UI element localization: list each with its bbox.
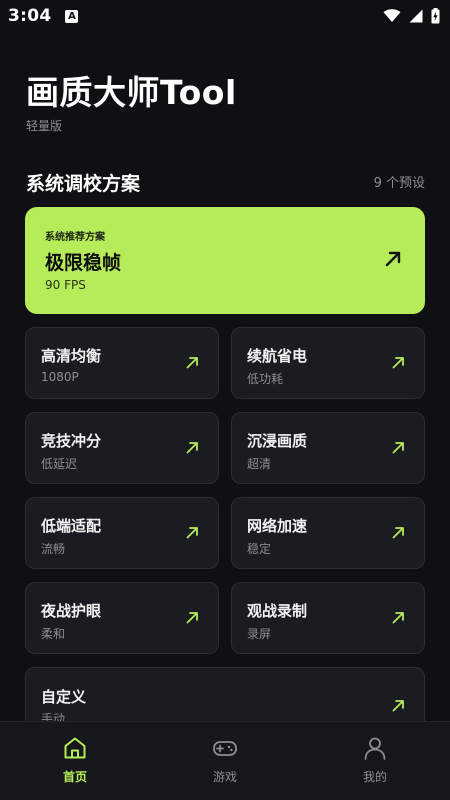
preset-sub: 录屏 — [247, 627, 272, 641]
preset-sub: 柔和 — [41, 627, 66, 641]
featured-fps: 90 FPS — [45, 278, 86, 292]
preset-card-hd-balance[interactable]: 高清均衡 1080P — [25, 327, 219, 399]
preset-card-competitive[interactable]: 竞技冲分 低延迟 — [25, 412, 219, 484]
arrow-up-right-icon — [392, 357, 404, 369]
preset-name: 高清均衡 — [41, 347, 102, 365]
user-icon — [364, 737, 386, 760]
status-icons — [383, 8, 440, 24]
arrow-up-right-icon — [392, 442, 404, 454]
preset-card-spectate-record[interactable]: 观战录制 录屏 — [231, 582, 425, 654]
nav-item-games[interactable]: 游戏 — [150, 722, 300, 800]
wifi-icon — [383, 9, 401, 22]
arrow-up-right-icon — [186, 442, 198, 454]
preset-sub: 低延迟 — [41, 457, 78, 471]
nav-item-home[interactable]: 首页 — [0, 722, 150, 800]
signal-icon — [409, 9, 423, 23]
arrow-up-right-icon — [186, 357, 198, 369]
arrow-up-right-icon — [385, 251, 401, 267]
preset-card-battery-saver[interactable]: 续航省电 低功耗 — [231, 327, 425, 399]
bottom-nav: 首页 游戏 我的 — [0, 721, 450, 800]
preset-name: 沉浸画质 — [247, 432, 308, 450]
arrow-up-right-icon — [392, 527, 404, 539]
nav-label: 我的 — [362, 770, 387, 784]
featured-preset-card[interactable]: 系统推荐方案 极限稳帧 90 FPS — [25, 207, 425, 314]
arrow-up-right-icon — [186, 612, 198, 624]
preset-name: 竞技冲分 — [41, 432, 102, 450]
preset-sub: 超清 — [247, 457, 272, 471]
section-title: 系统调校方案 — [26, 173, 141, 195]
battery-charging-icon — [431, 8, 440, 24]
notification-icon: A — [65, 9, 79, 23]
preset-name: 网络加速 — [247, 517, 308, 535]
preset-name: 夜战护眼 — [41, 602, 102, 620]
preset-name: 低端适配 — [41, 517, 102, 535]
preset-sub: 稳定 — [247, 542, 272, 556]
arrow-up-right-icon — [392, 612, 404, 624]
status-time: 3:04 — [8, 6, 52, 26]
app-subtitle: 轻量版 — [26, 119, 63, 133]
preset-name: 续航省电 — [247, 347, 308, 365]
nav-label: 游戏 — [212, 770, 237, 784]
preset-card-network-boost[interactable]: 网络加速 稳定 — [231, 497, 425, 569]
preset-card-immersive[interactable]: 沉浸画质 超清 — [231, 412, 425, 484]
status-bar: 3:04 A — [0, 0, 450, 32]
nav-item-profile[interactable]: 我的 — [300, 722, 450, 800]
preset-card-night-eye-care[interactable]: 夜战护眼 柔和 — [25, 582, 219, 654]
gamepad-icon — [213, 741, 237, 756]
home-icon — [64, 737, 86, 759]
preset-sub: 低功耗 — [247, 372, 284, 386]
featured-tag: 系统推荐方案 — [45, 232, 105, 243]
preset-count: 9 个预设 — [373, 176, 425, 191]
nav-label: 首页 — [62, 770, 87, 784]
preset-name: 观战录制 — [247, 602, 308, 620]
app-screen: 3:04 A 画质大师Tool 轻量版 系统调校方案 9 个预设 系统推荐方案 … — [0, 0, 450, 800]
preset-sub: 流畅 — [41, 542, 66, 556]
arrow-up-right-icon — [186, 527, 198, 539]
featured-name: 极限稳帧 — [45, 252, 122, 274]
preset-sub: 1080P — [41, 370, 79, 384]
preset-name: 自定义 — [41, 688, 87, 706]
app-title: 画质大师Tool — [26, 73, 237, 112]
arrow-up-right-icon — [392, 700, 404, 712]
preset-card-low-end[interactable]: 低端适配 流畅 — [25, 497, 219, 569]
